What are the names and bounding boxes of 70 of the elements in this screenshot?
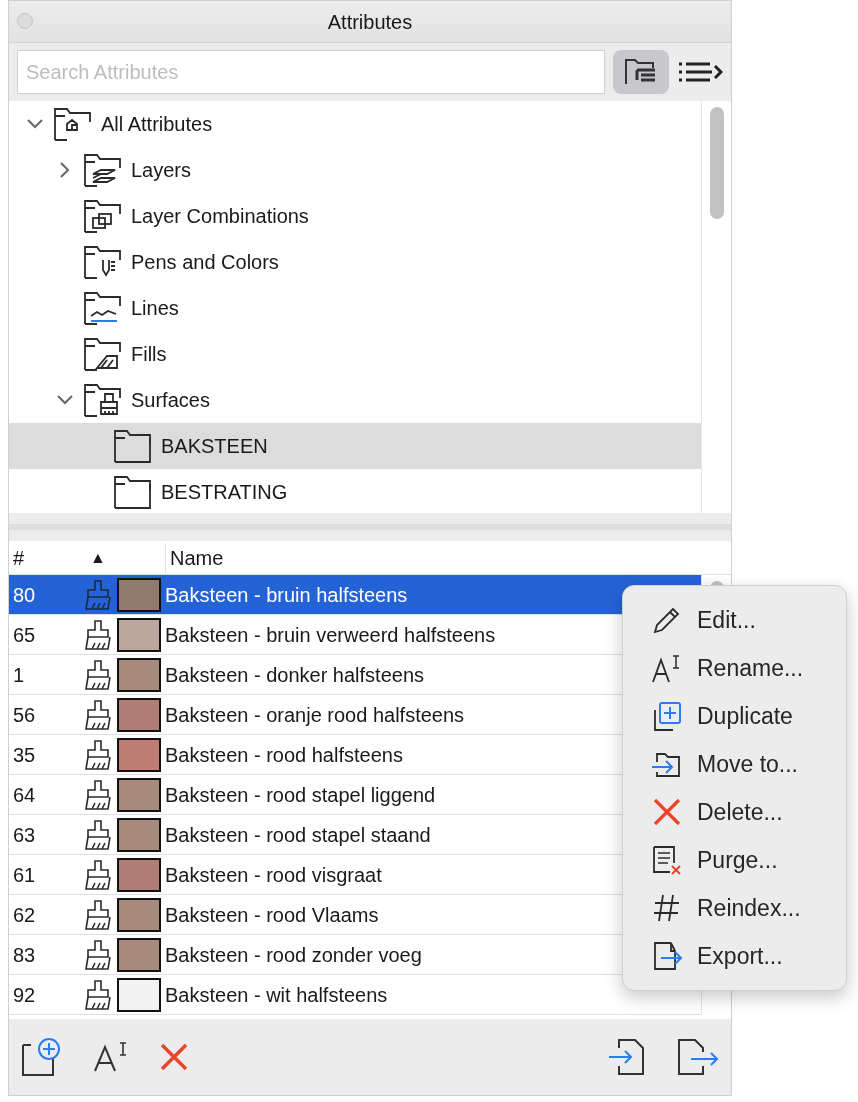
- folder-icon: [83, 152, 123, 188]
- tree-row[interactable]: Fills: [9, 331, 701, 377]
- chevron-icon[interactable]: [26, 118, 44, 130]
- folder-icon: [83, 290, 123, 326]
- tree-row[interactable]: BAKSTEEN: [9, 423, 701, 469]
- attribute-name: Baksteen - rood stapel staand: [165, 822, 431, 848]
- rename-icon[interactable]: [93, 1041, 129, 1073]
- attribute-name: Baksteen - wit halfsteens: [165, 982, 388, 1008]
- duplicate-icon: [651, 700, 683, 732]
- folder-view-button[interactable]: [613, 50, 669, 94]
- column-header: Name: [165, 542, 224, 573]
- row-number: 80: [12, 582, 37, 608]
- window-title: Attributes: [327, 9, 413, 35]
- attribute-name: Baksteen - rood zonder voeg: [165, 942, 422, 968]
- brush-icon: [84, 978, 112, 1011]
- export-icon: [651, 940, 683, 972]
- attribute-name: Baksteen - donker halfsteens: [165, 662, 425, 688]
- tree-row[interactable]: Surfaces: [9, 377, 701, 423]
- row-number: 65: [12, 622, 37, 648]
- search-field[interactable]: Search Attributes: [17, 50, 605, 94]
- folder-icon: [83, 336, 123, 372]
- attribute-name: Baksteen - rood halfsteens: [165, 742, 403, 768]
- brush-icon: [84, 938, 112, 971]
- folder-icon: [83, 382, 123, 418]
- tree-row[interactable]: Layer Combinations: [9, 193, 701, 239]
- attribute-name: Baksteen - rood Vlaams: [165, 902, 379, 928]
- attribute-name: Baksteen - bruin verweerd halfsteens: [165, 622, 496, 648]
- chevron-icon[interactable]: [56, 394, 74, 406]
- folder-icon: [53, 106, 93, 142]
- folder-icon: [113, 428, 153, 464]
- brush-icon: [84, 778, 112, 811]
- brush-icon: [84, 658, 112, 691]
- row-number: 64: [12, 782, 37, 808]
- row-number: 35: [12, 742, 37, 768]
- folder-icon: [113, 474, 153, 510]
- chevron-icon[interactable]: [59, 161, 71, 179]
- folder-icon: [83, 244, 123, 280]
- brush-icon: [84, 858, 112, 891]
- delete-icon[interactable]: [159, 1042, 189, 1072]
- import-icon[interactable]: [607, 1038, 647, 1076]
- scrollbar-thumb[interactable]: [709, 107, 724, 219]
- brush-icon: [84, 738, 112, 771]
- row-number: 62: [12, 902, 37, 928]
- folder-icon: [83, 198, 123, 234]
- delete-icon: [651, 796, 683, 828]
- row-number: 56: [12, 702, 37, 728]
- row-number: 92: [12, 982, 37, 1008]
- brush-icon: [84, 898, 112, 931]
- new-folder-icon[interactable]: [21, 1037, 63, 1077]
- export-icon[interactable]: [677, 1038, 719, 1076]
- brush-icon: [84, 818, 112, 851]
- row-number: 63: [12, 822, 37, 848]
- attribute-name: Baksteen - oranje rood halfsteens: [165, 702, 465, 728]
- tree-row[interactable]: Layers: [9, 147, 701, 193]
- tree-row[interactable]: Pens and Colors: [9, 239, 701, 285]
- brush-icon: [84, 698, 112, 731]
- attribute-name: Baksteen - rood stapel liggend: [165, 782, 436, 808]
- attribute-name: Baksteen - bruin halfsteens: [165, 582, 408, 608]
- sort-indicator[interactable]: ▲: [90, 545, 106, 570]
- brush-icon: [84, 578, 112, 611]
- row-number: 83: [12, 942, 37, 968]
- row-number: 61: [12, 862, 37, 888]
- row-number: 1: [12, 662, 26, 688]
- purge-icon: [651, 844, 683, 876]
- brush-icon: [84, 618, 112, 651]
- tree-row[interactable]: BESTRATING: [9, 469, 701, 513]
- column-header: #: [12, 545, 26, 571]
- attribute-name: Baksteen - rood visgraat: [165, 862, 382, 888]
- tree-row[interactable]: Lines: [9, 285, 701, 331]
- tree-row[interactable]: All Attributes: [9, 101, 701, 147]
